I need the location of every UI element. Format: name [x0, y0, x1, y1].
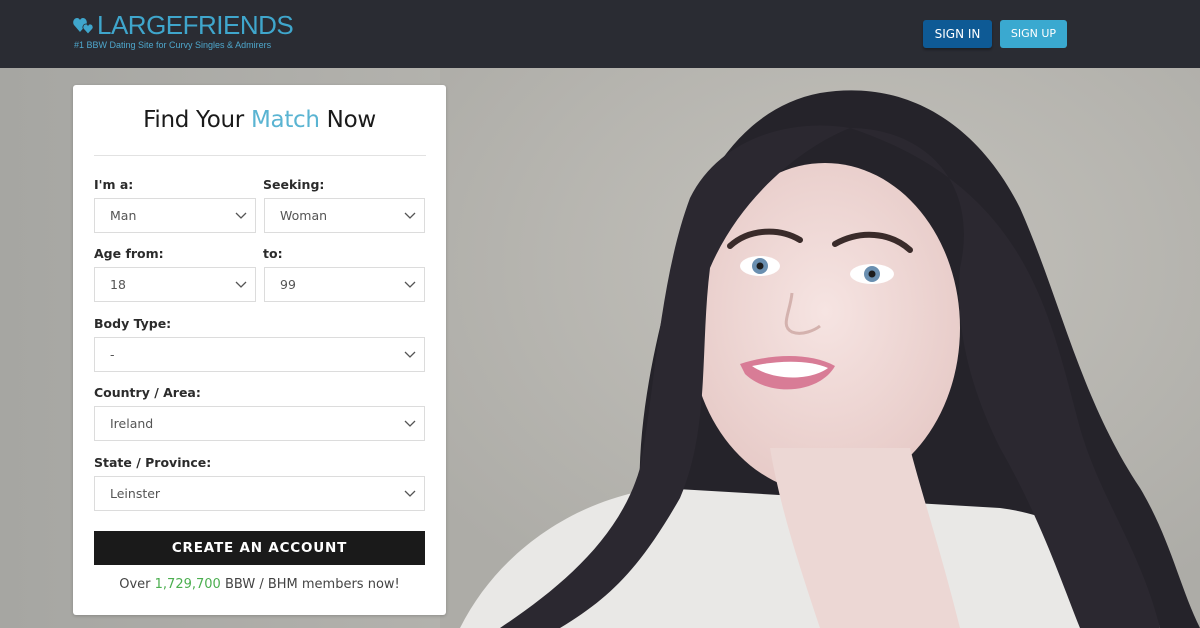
age-from-value: 18	[110, 277, 126, 292]
chevron-down-icon	[404, 420, 416, 427]
age-to-select[interactable]: 99	[264, 267, 425, 302]
form-title: Find Your Match Now	[73, 107, 446, 133]
title-text-1: Find Your	[143, 107, 251, 133]
title-accent-text: Match	[250, 107, 320, 133]
chevron-down-icon	[404, 281, 416, 288]
chevron-down-icon	[404, 212, 416, 219]
age-to-label: to:	[263, 246, 283, 261]
top-navigation-bar: LARGEFRIENDS #1 BBW Dating Site for Curv…	[0, 0, 1200, 68]
hearts-icon	[73, 15, 95, 35]
signup-form-card: Find Your Match Now I'm a: Man Seeking: …	[73, 85, 446, 615]
state-select[interactable]: Leinster	[94, 476, 425, 511]
members-suffix: BBW / BHM members now!	[220, 577, 400, 592]
members-prefix: Over	[119, 577, 155, 592]
chevron-down-icon	[235, 212, 247, 219]
chevron-down-icon	[404, 490, 416, 497]
age-to-value: 99	[280, 277, 296, 292]
country-label: Country / Area:	[94, 385, 201, 400]
logo-tagline: #1 BBW Dating Site for Curvy Singles & A…	[74, 40, 272, 50]
title-divider	[94, 155, 426, 156]
site-logo[interactable]: LARGEFRIENDS #1 BBW Dating Site for Curv…	[73, 10, 294, 50]
hero-photo	[440, 68, 1200, 628]
member-count: 1,729,700	[154, 577, 221, 592]
gender-select[interactable]: Man	[94, 198, 256, 233]
gender-label: I'm a:	[94, 177, 134, 192]
state-value: Leinster	[110, 486, 161, 501]
seeking-select[interactable]: Woman	[264, 198, 425, 233]
country-value: Ireland	[110, 416, 154, 431]
chevron-down-icon	[404, 351, 416, 358]
chevron-down-icon	[235, 281, 247, 288]
age-from-label: Age from:	[94, 246, 164, 261]
gender-value: Man	[110, 208, 137, 223]
body-type-label: Body Type:	[94, 316, 172, 331]
age-from-select[interactable]: 18	[94, 267, 256, 302]
title-text-2: Now	[319, 107, 377, 133]
member-count-text: Over 1,729,700 BBW / BHM members now!	[73, 577, 446, 592]
country-select[interactable]: Ireland	[94, 406, 425, 441]
seeking-value: Woman	[280, 208, 328, 223]
sign-up-button[interactable]: SIGN UP	[1000, 20, 1067, 48]
seeking-label: Seeking:	[263, 177, 325, 192]
create-account-button[interactable]: CREATE AN ACCOUNT	[94, 531, 425, 565]
body-type-select[interactable]: -	[94, 337, 425, 372]
body-type-value: -	[110, 347, 115, 362]
state-label: State / Province:	[94, 455, 212, 470]
logo-text: LARGEFRIENDS	[97, 10, 294, 40]
sign-in-button[interactable]: SIGN IN	[923, 20, 992, 48]
